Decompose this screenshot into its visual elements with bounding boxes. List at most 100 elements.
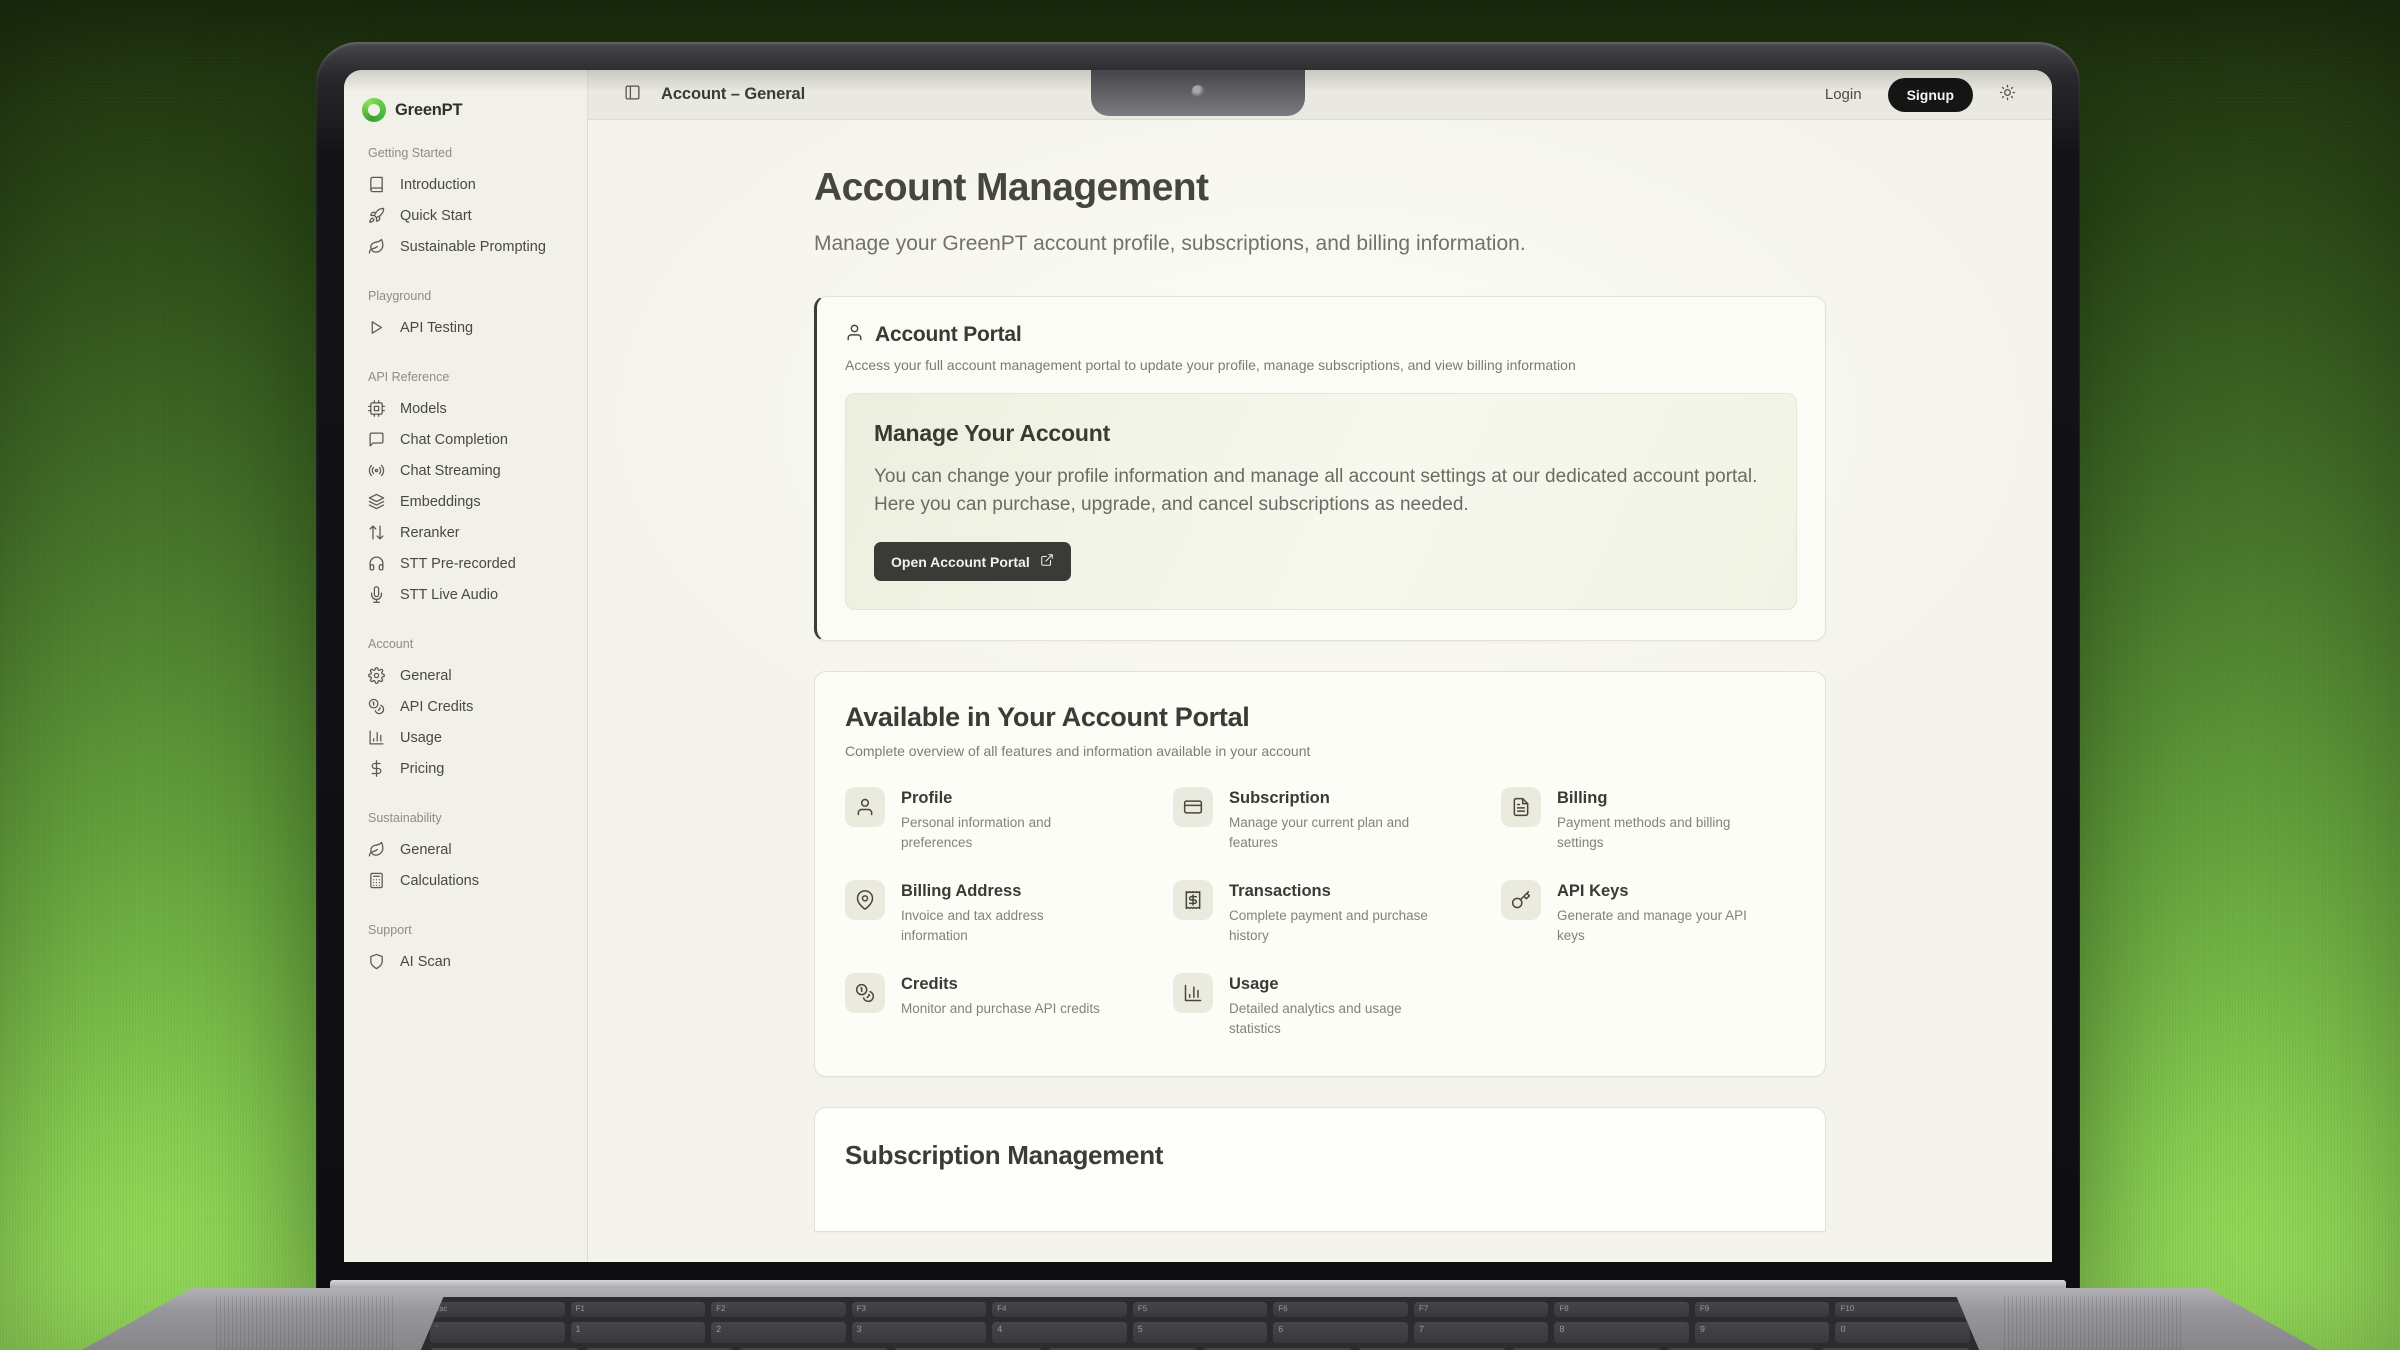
shield-icon xyxy=(368,953,385,970)
sidebar-item-label: Models xyxy=(400,401,447,417)
sidebar-item-stt-pre-recorded[interactable]: STT Pre-recorded xyxy=(358,548,573,579)
feature-item-subscription: Subscription Manage your current plan and… xyxy=(1173,787,1467,852)
sidebar-item-label: Usage xyxy=(400,730,442,746)
feature-description: Detailed analytics and usage statistics xyxy=(1229,999,1441,1038)
sidebar-item-usage[interactable]: Usage xyxy=(358,722,573,753)
sidebar-item-chat-completion[interactable]: Chat Completion xyxy=(358,424,573,455)
sidebar-item-pricing[interactable]: Pricing xyxy=(358,753,573,784)
feature-icon-box xyxy=(845,787,885,827)
feature-description: Personal information and preferences xyxy=(901,813,1113,852)
sidebar-item-label: Calculations xyxy=(400,873,479,889)
page-title: Account Management xyxy=(814,166,1826,210)
chart-icon xyxy=(1183,983,1203,1003)
coins-icon xyxy=(855,983,875,1003)
brand-logo[interactable]: GreenPT xyxy=(344,84,587,126)
manage-account-body: You can change your profile information … xyxy=(874,463,1768,518)
receipt-icon xyxy=(1183,890,1203,910)
login-link[interactable]: Login xyxy=(1825,86,1862,103)
sidebar-item-api-credits[interactable]: API Credits xyxy=(358,691,573,722)
coins-icon xyxy=(368,698,385,715)
sidebar-item-sustainable-prompting[interactable]: Sustainable Prompting xyxy=(358,231,573,262)
dollar-icon xyxy=(368,760,385,777)
keyboard-key-f8: F8 xyxy=(1554,1302,1689,1317)
feature-description: Invoice and tax address information xyxy=(901,906,1113,945)
subscription-management-card: Subscription Management xyxy=(814,1107,1826,1232)
sidebar-item-label: Embeddings xyxy=(400,494,481,510)
sidebar-section-label-account: Account xyxy=(368,637,563,651)
keyboard-row: `1234567890 xyxy=(430,1322,1970,1343)
open-account-portal-label: Open Account Portal xyxy=(891,554,1030,570)
keyboard-key-8: 8 xyxy=(1554,1322,1689,1343)
card-icon xyxy=(1183,797,1203,817)
keyboard-key-f6: F6 xyxy=(1273,1302,1408,1317)
laptop-notch xyxy=(1091,70,1305,116)
laptop-keyboard-deck: escF1F2F3F4F5F6F7F8F9F10`1234567890tabQW… xyxy=(0,1288,2400,1350)
laptop-screen-bezel: GreenPT Getting StartedIntroductionQuick… xyxy=(316,42,2080,1288)
feature-text: API KeysGenerate and manage your API key… xyxy=(1557,880,1769,945)
feature-text: Billing Payment methods and billing setti… xyxy=(1557,787,1769,852)
sidebar-item-general[interactable]: General xyxy=(358,660,573,691)
user-icon xyxy=(845,323,864,347)
panel-icon xyxy=(624,84,641,101)
manage-account-title: Manage Your Account xyxy=(874,420,1768,447)
sidebar-item-quick-start[interactable]: Quick Start xyxy=(358,200,573,231)
account-portal-header: Account Portal xyxy=(845,323,1797,347)
sort-icon xyxy=(368,524,385,541)
feature-title: Billing Address xyxy=(901,882,1113,901)
brand-name: GreenPT xyxy=(395,101,462,120)
sidebar-item-general[interactable]: General xyxy=(358,834,573,865)
sidebar-item-stt-live-audio[interactable]: STT Live Audio xyxy=(358,579,573,610)
sidebar-item-embeddings[interactable]: Embeddings xyxy=(358,486,573,517)
account-portal-card: Account Portal Access your full account … xyxy=(814,296,1826,641)
sidebar: GreenPT Getting StartedIntroductionQuick… xyxy=(344,70,588,1262)
feature-icon-box xyxy=(1173,787,1213,827)
feature-text: CreditsMonitor and purchase API credits xyxy=(901,973,1100,1038)
subscription-management-title: Subscription Management xyxy=(845,1140,1795,1171)
keyboard-key-f7: F7 xyxy=(1414,1302,1549,1317)
feature-item-profile: ProfilePersonal information and preferen… xyxy=(845,787,1139,852)
laptop-keyboard: escF1F2F3F4F5F6F7F8F9F10`1234567890tabQW… xyxy=(420,1297,1980,1350)
sidebar-item-label: API Testing xyxy=(400,320,473,336)
feature-item-billing-address: Billing Address Invoice and tax address i… xyxy=(845,880,1139,945)
sidebar-item-label: Chat Completion xyxy=(400,432,508,448)
sidebar-item-label: General xyxy=(400,842,452,858)
keyboard-key-7: 7 xyxy=(1414,1322,1549,1343)
feature-description: Manage your current plan and features xyxy=(1229,813,1441,852)
feature-item-usage: UsageDetailed analytics and usage statis… xyxy=(1173,973,1467,1038)
feature-item-billing: Billing Payment methods and billing setti… xyxy=(1501,787,1795,852)
sidebar-item-reranker[interactable]: Reranker xyxy=(358,517,573,548)
account-portal-description: Access your full account management port… xyxy=(845,357,1797,373)
sidebar-item-ai-scan[interactable]: AI Scan xyxy=(358,946,573,977)
greenpt-logo-icon xyxy=(362,98,386,122)
keyboard-key-f5: F5 xyxy=(1133,1302,1268,1317)
sidebar-item-label: Quick Start xyxy=(400,208,472,224)
sidebar-item-api-testing[interactable]: API Testing xyxy=(358,312,573,343)
sidebar-toggle-button[interactable] xyxy=(624,84,641,106)
signup-button[interactable]: Signup xyxy=(1888,78,1973,112)
sidebar-item-label: Chat Streaming xyxy=(400,463,501,479)
sidebar-item-models[interactable]: Models xyxy=(358,393,573,424)
keyboard-key-: ` xyxy=(430,1322,565,1343)
sidebar-item-calculations[interactable]: Calculations xyxy=(358,865,573,896)
feature-icon-box xyxy=(845,880,885,920)
feature-icon-box xyxy=(845,973,885,1013)
feature-description: Payment methods and billing settings xyxy=(1557,813,1769,852)
sidebar-item-label: General xyxy=(400,668,452,684)
feature-text: Billing Address Invoice and tax address i… xyxy=(901,880,1113,945)
chat-icon xyxy=(368,431,385,448)
user-icon xyxy=(855,797,875,817)
sidebar-item-introduction[interactable]: Introduction xyxy=(358,169,573,200)
theme-toggle-button[interactable] xyxy=(1999,84,2016,106)
sidebar-item-chat-streaming[interactable]: Chat Streaming xyxy=(358,455,573,486)
feature-text: TransactionsComplete payment and purchas… xyxy=(1229,880,1441,945)
feature-text: UsageDetailed analytics and usage statis… xyxy=(1229,973,1441,1038)
keyboard-key-5: 5 xyxy=(1133,1322,1268,1343)
feature-title: Billing xyxy=(1557,789,1769,808)
feature-text: Subscription Manage your current plan and… xyxy=(1229,787,1441,852)
feature-title: Subscription xyxy=(1229,789,1441,808)
sidebar-item-label: STT Live Audio xyxy=(400,587,498,603)
feature-icon-box xyxy=(1501,787,1541,827)
keyboard-key-f10: F10 xyxy=(1835,1302,1970,1317)
open-account-portal-button[interactable]: Open Account Portal xyxy=(874,542,1071,581)
sidebar-item-label: Introduction xyxy=(400,177,476,193)
